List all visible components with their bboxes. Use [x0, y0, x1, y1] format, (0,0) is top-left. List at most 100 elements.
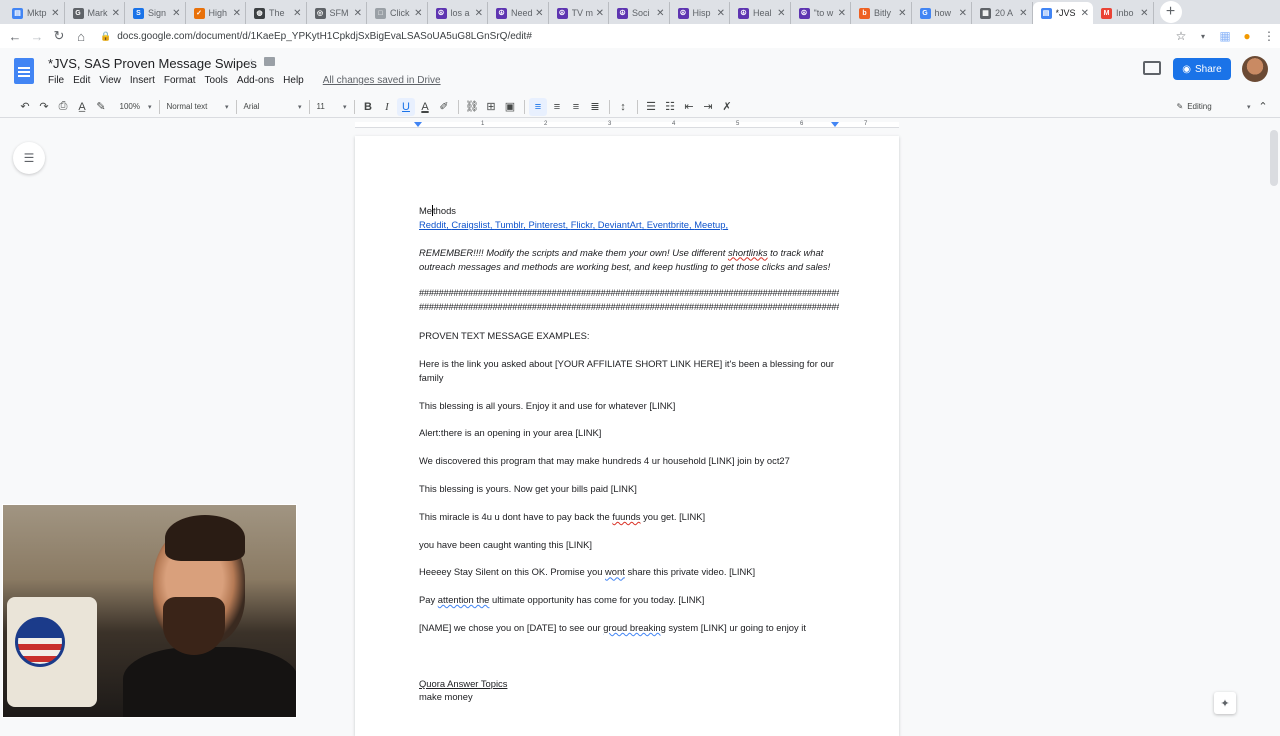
explore-icon[interactable]: ✦ [1214, 692, 1236, 714]
browser-tab[interactable]: ☮ "to w ✕ [791, 2, 851, 24]
tab-close-icon[interactable]: ✕ [717, 8, 725, 19]
align-justify-icon[interactable]: ≣ [586, 98, 604, 116]
decrease-indent-icon[interactable]: ⇤ [680, 98, 698, 116]
browser-menu-icon[interactable]: ⋮ [1258, 29, 1280, 43]
message-example[interactable]: you have been caught wanting this [LINK] [419, 538, 839, 552]
grammar-flagged-word[interactable]: groud breaking [603, 622, 666, 633]
menu-addons[interactable]: Add-ons [237, 75, 274, 86]
link-pinterest[interactable]: Pinterest [528, 219, 565, 230]
browser-tab[interactable]: b Bitly ✕ [851, 2, 912, 24]
document-page[interactable]: Methods Reddit, Craigslist, Tumblr, Pint… [355, 136, 899, 736]
methods-heading[interactable]: Methods [419, 204, 839, 218]
clear-formatting-icon[interactable]: ✗ [718, 98, 736, 116]
link-eventbrite[interactable]: Eventbrite [647, 219, 689, 230]
numbered-list-icon[interactable]: ☰ [642, 98, 660, 116]
document-body[interactable]: Methods Reddit, Craigslist, Tumblr, Pint… [419, 204, 839, 704]
extension-honey-icon[interactable]: ● [1236, 29, 1258, 43]
browser-tab[interactable]: ☮ los a ✕ [428, 2, 488, 24]
message-example[interactable]: This blessing is all yours. Enjoy it and… [419, 399, 839, 413]
link-reddit[interactable]: Reddit [419, 219, 446, 230]
document-outline-icon[interactable]: ☰ [13, 142, 45, 174]
link-tumblr[interactable]: Tumblr [495, 219, 523, 230]
bookmark-star-icon[interactable]: ☆ [1170, 29, 1192, 43]
browser-tab[interactable]: ▤ *JVS ✕ [1032, 2, 1093, 24]
tab-close-icon[interactable]: ✕ [959, 8, 967, 19]
link-meetup[interactable]: Meetup [694, 219, 725, 230]
menu-file[interactable]: File [48, 75, 64, 86]
document-title[interactable]: *JVS, SAS Proven Message Swipes [48, 56, 257, 71]
home-icon[interactable]: ⌂ [70, 29, 92, 44]
underline-icon[interactable]: U [397, 97, 415, 116]
paint-format-icon[interactable]: ✎ [92, 98, 110, 116]
new-tab-button[interactable]: + [1159, 1, 1182, 23]
message-example[interactable]: This miracle is 4u u dont have to pay ba… [419, 510, 839, 524]
message-example[interactable]: [NAME] we chose you on [DATE] to see our… [419, 621, 839, 635]
tab-close-icon[interactable]: ✕ [656, 8, 664, 19]
link-flickr[interactable]: Flickr [571, 219, 593, 230]
menu-insert[interactable]: Insert [130, 75, 155, 86]
tab-close-icon[interactable]: ✕ [1140, 8, 1148, 19]
forward-icon[interactable]: → [26, 29, 48, 44]
spellcheck-icon[interactable]: A̲ [73, 98, 91, 116]
star-icon[interactable]: ☆ [246, 56, 257, 70]
tab-close-icon[interactable]: ✕ [475, 8, 483, 19]
line-spacing-icon[interactable]: ↕ [614, 98, 632, 116]
browser-tab[interactable]: ▤ Mktp ✕ [4, 2, 65, 24]
bulleted-list-icon[interactable]: ☷ [661, 98, 679, 116]
browser-tab[interactable]: Ghow ✕ [912, 2, 972, 24]
increase-indent-icon[interactable]: ⇥ [699, 98, 717, 116]
browser-tab[interactable]: ✓ High ✕ [186, 2, 246, 24]
align-center-icon[interactable]: ≡ [548, 98, 566, 116]
save-status[interactable]: All changes saved in Drive [323, 75, 441, 86]
folder-icon[interactable] [264, 57, 275, 66]
menu-edit[interactable]: Edit [73, 75, 90, 86]
undo-icon[interactable]: ↶ [16, 98, 34, 116]
zoom-select[interactable]: 100% ▾ [117, 98, 155, 116]
reload-icon[interactable]: ↻ [48, 28, 70, 44]
avatar[interactable] [1242, 56, 1268, 82]
redo-icon[interactable]: ↷ [35, 98, 53, 116]
bold-icon[interactable]: B [359, 98, 377, 116]
tab-close-icon[interactable]: ✕ [1019, 8, 1027, 19]
menu-view[interactable]: View [99, 75, 121, 86]
tab-close-icon[interactable]: ✕ [414, 8, 422, 19]
browser-tab[interactable]: G Mark ✕ [65, 2, 125, 24]
proven-heading[interactable]: PROVEN TEXT MESSAGE EXAMPLES: [419, 329, 839, 343]
message-example[interactable]: Heeeey Stay Silent on this OK. Promise y… [419, 565, 839, 579]
browser-tab[interactable]: ☮ TV m ✕ [549, 2, 609, 24]
docs-logo-icon[interactable] [14, 58, 34, 84]
font-select[interactable]: Arial ▾ [241, 98, 305, 116]
menu-tools[interactable]: Tools [205, 75, 228, 86]
remember-paragraph[interactable]: REMEMBER!!!! Modify the scripts and make… [419, 246, 839, 274]
comment-add-icon[interactable]: ⊞ [482, 98, 500, 116]
browser-tab[interactable]: ▦ 20 A ✕ [972, 2, 1033, 24]
style-select[interactable]: Normal text ▾ [164, 98, 232, 116]
browser-tab[interactable]: S Sign ✕ [125, 2, 186, 24]
tab-close-icon[interactable]: ✕ [233, 8, 241, 19]
align-left-icon[interactable]: ≡ [529, 97, 547, 116]
link-craigslist[interactable]: Craigslist [451, 219, 490, 230]
tab-close-icon[interactable]: ✕ [898, 8, 906, 19]
tab-close-icon[interactable]: ✕ [354, 8, 362, 19]
menu-help[interactable]: Help [283, 75, 304, 86]
font-size-select[interactable]: 11 ▾ [314, 98, 350, 116]
misspelled-word[interactable]: fuunds [612, 511, 640, 522]
browser-tab[interactable]: ◍ The ✕ [246, 2, 307, 24]
extension-dropdown-icon[interactable]: ▾ [1192, 32, 1214, 41]
browser-tab[interactable]: M Inbo ✕ [1093, 2, 1154, 24]
align-right-icon[interactable]: ≡ [567, 98, 585, 116]
tab-close-icon[interactable]: ✕ [1081, 8, 1089, 19]
message-example[interactable]: Pay attention the ultimate opportunity h… [419, 593, 839, 607]
tab-close-icon[interactable]: ✕ [51, 8, 59, 19]
grammar-flagged-word[interactable]: attention the [438, 594, 490, 605]
browser-tab[interactable]: ☮ Hisp ✕ [670, 2, 730, 24]
image-icon[interactable]: ▣ [501, 98, 519, 116]
remember-misspelled-word[interactable]: shortlinks [728, 247, 768, 258]
text-color-icon[interactable]: A [416, 98, 434, 116]
tab-close-icon[interactable]: ✕ [172, 8, 180, 19]
quora-heading[interactable]: Quora Answer Topics [419, 677, 839, 691]
browser-tab[interactable]: ☮ Need ✕ [488, 2, 549, 24]
quora-topic[interactable]: make money [419, 690, 839, 704]
tab-close-icon[interactable]: ✕ [535, 8, 543, 19]
link-icon[interactable]: ⛓ [463, 98, 481, 116]
